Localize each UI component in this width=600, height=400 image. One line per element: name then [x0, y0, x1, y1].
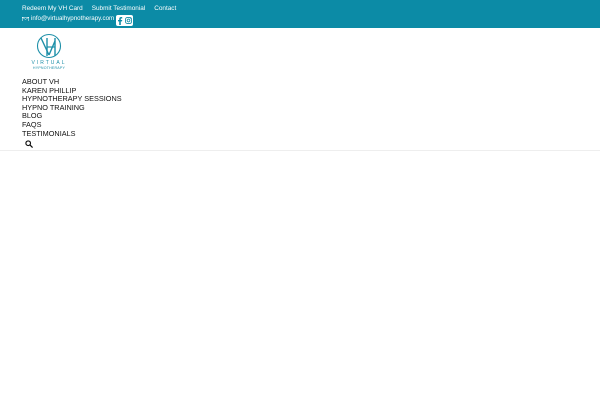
submit-testimonial-link[interactable]: Submit Testimonial	[92, 5, 146, 12]
email-contact[interactable]: info@virtualhypnotherapy.com	[22, 15, 114, 22]
social-icons	[116, 15, 133, 26]
nav-item-testimonials[interactable]: TESTIMONIALS	[22, 129, 122, 139]
search-icon[interactable]	[25, 140, 33, 148]
mail-icon	[22, 16, 29, 22]
header-divider	[0, 150, 600, 151]
main-nav: ABOUT VH KAREN PHILLIP HYPNOTHERAPY SESS…	[22, 77, 122, 139]
contact-link[interactable]: Contact	[154, 5, 176, 12]
facebook-icon[interactable]	[117, 16, 123, 25]
top-bar: Redeem My VH Card Submit Testimonial Con…	[0, 0, 600, 28]
redeem-card-link[interactable]: Redeem My VH Card	[22, 5, 83, 12]
email-address[interactable]: info@virtualhypnotherapy.com	[31, 15, 114, 22]
instagram-icon[interactable]	[124, 17, 132, 24]
top-links: Redeem My VH Card Submit Testimonial Con…	[22, 5, 176, 12]
logo-text-hypnotherapy: HYPNOTHERAPY	[32, 66, 66, 70]
